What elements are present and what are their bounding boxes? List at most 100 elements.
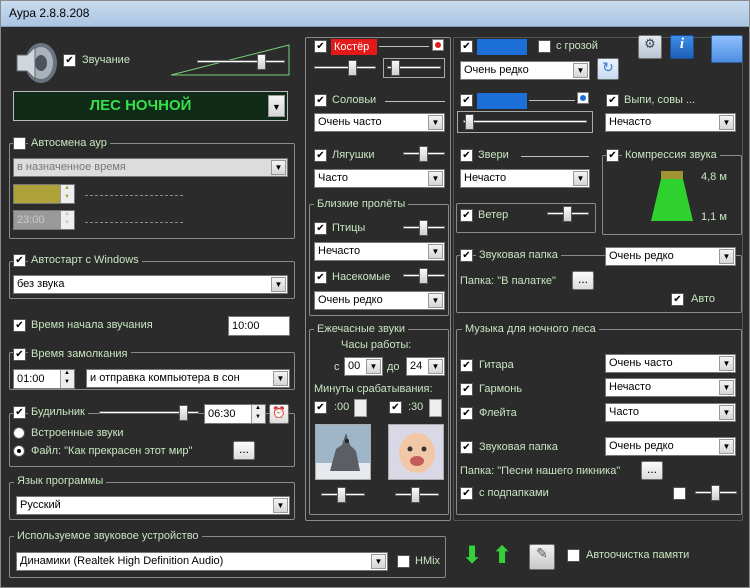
speaker-icon bbox=[16, 43, 57, 83]
hourly-right-slider[interactable] bbox=[395, 486, 439, 504]
wind-top-slider[interactable] bbox=[463, 113, 587, 131]
owls-select[interactable]: Нечасто ▼ bbox=[605, 113, 736, 132]
autoswitch-checkbox[interactable] bbox=[13, 137, 26, 150]
owls-checkbox[interactable] bbox=[606, 94, 619, 107]
rain-refresh-button[interactable]: ↻ bbox=[597, 58, 619, 80]
alarm-volume-slider[interactable] bbox=[99, 404, 199, 422]
import-button[interactable]: ⬇ bbox=[459, 544, 485, 570]
alarm-checkbox[interactable] bbox=[13, 406, 26, 419]
baby-image[interactable] bbox=[388, 424, 444, 480]
chevron-down-icon: ▼ bbox=[719, 249, 734, 264]
insects-select[interactable]: Очень редко ▼ bbox=[314, 291, 445, 310]
music-folder-select[interactable]: Очень редко ▼ bbox=[605, 437, 736, 456]
insects-checkbox[interactable] bbox=[314, 271, 327, 284]
auto-clean-checkbox[interactable] bbox=[567, 549, 580, 562]
shutdown-action-select[interactable]: и отправка компьютера в сон ▼ bbox=[86, 369, 290, 388]
bonfire-balance-slider[interactable] bbox=[387, 59, 441, 77]
wolf-image[interactable] bbox=[315, 424, 371, 480]
eraser-icon: ✎ bbox=[536, 545, 548, 561]
chevron-down-icon: ▼ bbox=[271, 277, 286, 292]
start-time-spinner[interactable]: 10:00 bbox=[228, 316, 290, 336]
flute-select[interactable]: Часто ▼ bbox=[605, 403, 736, 422]
info-button[interactable]: i bbox=[670, 35, 694, 59]
start-time-checkbox[interactable] bbox=[13, 319, 26, 332]
sound-folder-auto-checkbox[interactable] bbox=[671, 293, 684, 306]
preset-select[interactable]: ЛЕС НОЧНОЙ ▼ bbox=[13, 91, 288, 121]
hourly-min2-spinner[interactable] bbox=[429, 399, 442, 417]
sound-checkbox[interactable] bbox=[63, 54, 76, 67]
hmix-label: HMix bbox=[415, 555, 441, 567]
alarm-builtin-radio[interactable] bbox=[13, 427, 25, 439]
chevron-down-icon: ▼ bbox=[273, 371, 288, 386]
language-select[interactable]: Русский ▼ bbox=[16, 496, 290, 515]
autoswitch-mode-select[interactable]: в назначенное время ▼ bbox=[13, 158, 288, 177]
settings-button[interactable]: ⚙ bbox=[638, 35, 662, 59]
shutdown-time-spinner[interactable]: 01:00 bbox=[13, 369, 75, 389]
music-extra-checkbox[interactable] bbox=[673, 487, 686, 500]
music-volume-slider[interactable] bbox=[695, 484, 737, 502]
animals-checkbox[interactable] bbox=[460, 149, 473, 162]
frogs-checkbox[interactable] bbox=[314, 149, 327, 162]
subfolders-checkbox[interactable] bbox=[460, 487, 473, 500]
frogs-volume-slider[interactable] bbox=[403, 145, 445, 163]
frogs-select[interactable]: Часто ▼ bbox=[314, 169, 445, 188]
device-select[interactable]: Динамики (Realtek High Definition Audio)… bbox=[16, 552, 388, 571]
clock-icon: ⏰ bbox=[272, 407, 286, 419]
hourly-left-slider[interactable] bbox=[321, 486, 365, 504]
nightingales-select[interactable]: Очень часто ▼ bbox=[314, 113, 445, 132]
birds-select[interactable]: Нечасто ▼ bbox=[314, 242, 445, 261]
compression-checkbox[interactable] bbox=[606, 149, 619, 162]
accordion-checkbox[interactable] bbox=[460, 383, 473, 396]
device-value: Динамики (Realtek High Definition Audio) bbox=[20, 555, 224, 567]
export-button[interactable]: ⬆ bbox=[489, 544, 515, 570]
hourly-from-select[interactable]: 00 ▼ bbox=[344, 357, 383, 376]
wind-volume-slider[interactable] bbox=[547, 205, 589, 223]
music-folder-checkbox[interactable] bbox=[460, 441, 473, 454]
autoswitch-time1-spinner[interactable]: 13:00 bbox=[13, 184, 75, 204]
rain-select[interactable]: Очень редко ▼ bbox=[460, 61, 590, 80]
rain-checkbox[interactable] bbox=[460, 40, 473, 53]
bonfire-volume-slider[interactable] bbox=[314, 59, 376, 77]
master-volume-slider[interactable] bbox=[197, 53, 285, 71]
alarm-test-button[interactable]: ⏰ bbox=[269, 404, 289, 424]
birds-volume-slider[interactable] bbox=[403, 219, 445, 237]
alarm-builtin-label: Встроенные звуки bbox=[31, 427, 124, 439]
flute-checkbox[interactable] bbox=[460, 407, 473, 420]
start-time-label: Время начала звучания bbox=[31, 319, 153, 331]
animals-value: Нечасто bbox=[464, 172, 507, 184]
alarm-browse-button[interactable]: ... bbox=[233, 441, 255, 460]
autostart-select[interactable]: без звука ▼ bbox=[13, 275, 288, 294]
sound-folder-browse-button[interactable]: ... bbox=[572, 271, 594, 290]
sound-folder-checkbox[interactable] bbox=[460, 249, 473, 262]
hourly-min2-checkbox[interactable] bbox=[389, 401, 402, 414]
music-folder-browse-button[interactable]: ... bbox=[641, 461, 663, 480]
hourly-to-select[interactable]: 24 ▼ bbox=[406, 357, 445, 376]
wind-checkbox[interactable] bbox=[460, 209, 473, 222]
autoswitch-label: Автосмена аур bbox=[28, 137, 110, 149]
minimize-to-tray-button[interactable] bbox=[711, 35, 743, 63]
hourly-min1-spinner[interactable] bbox=[354, 399, 367, 417]
accordion-select[interactable]: Нечасто ▼ bbox=[605, 378, 736, 397]
storm-checkbox[interactable] bbox=[538, 40, 551, 53]
birds-checkbox[interactable] bbox=[314, 222, 327, 235]
hourly-min1-checkbox[interactable] bbox=[314, 401, 327, 414]
alarm-file-radio[interactable] bbox=[13, 445, 25, 457]
wind-top-checkbox[interactable] bbox=[460, 94, 473, 107]
clear-memory-button[interactable]: ✎ bbox=[529, 544, 555, 570]
shutdown-checkbox[interactable] bbox=[13, 348, 26, 361]
animals-select[interactable]: Нечасто ▼ bbox=[460, 169, 590, 188]
nightingales-checkbox[interactable] bbox=[314, 94, 327, 107]
chevron-down-icon: ▼ bbox=[719, 380, 734, 395]
language-value: Русский bbox=[20, 499, 61, 511]
autostart-checkbox[interactable] bbox=[13, 254, 26, 267]
bonfire-checkbox[interactable] bbox=[314, 40, 327, 53]
sound-folder-select[interactable]: Очень редко ▼ bbox=[605, 247, 736, 266]
alarm-file-label: Файл: "Как прекрасен этот мир" bbox=[31, 445, 193, 457]
alarm-time-spinner[interactable]: 06:30 bbox=[204, 404, 266, 424]
guitar-select[interactable]: Очень часто ▼ bbox=[605, 354, 736, 373]
autoswitch-time2-spinner[interactable]: 23:00 bbox=[13, 210, 75, 230]
autoswitch-time1-value: 13:00 bbox=[17, 188, 45, 200]
guitar-checkbox[interactable] bbox=[460, 359, 473, 372]
insects-volume-slider[interactable] bbox=[403, 267, 445, 285]
hmix-checkbox[interactable] bbox=[397, 555, 410, 568]
